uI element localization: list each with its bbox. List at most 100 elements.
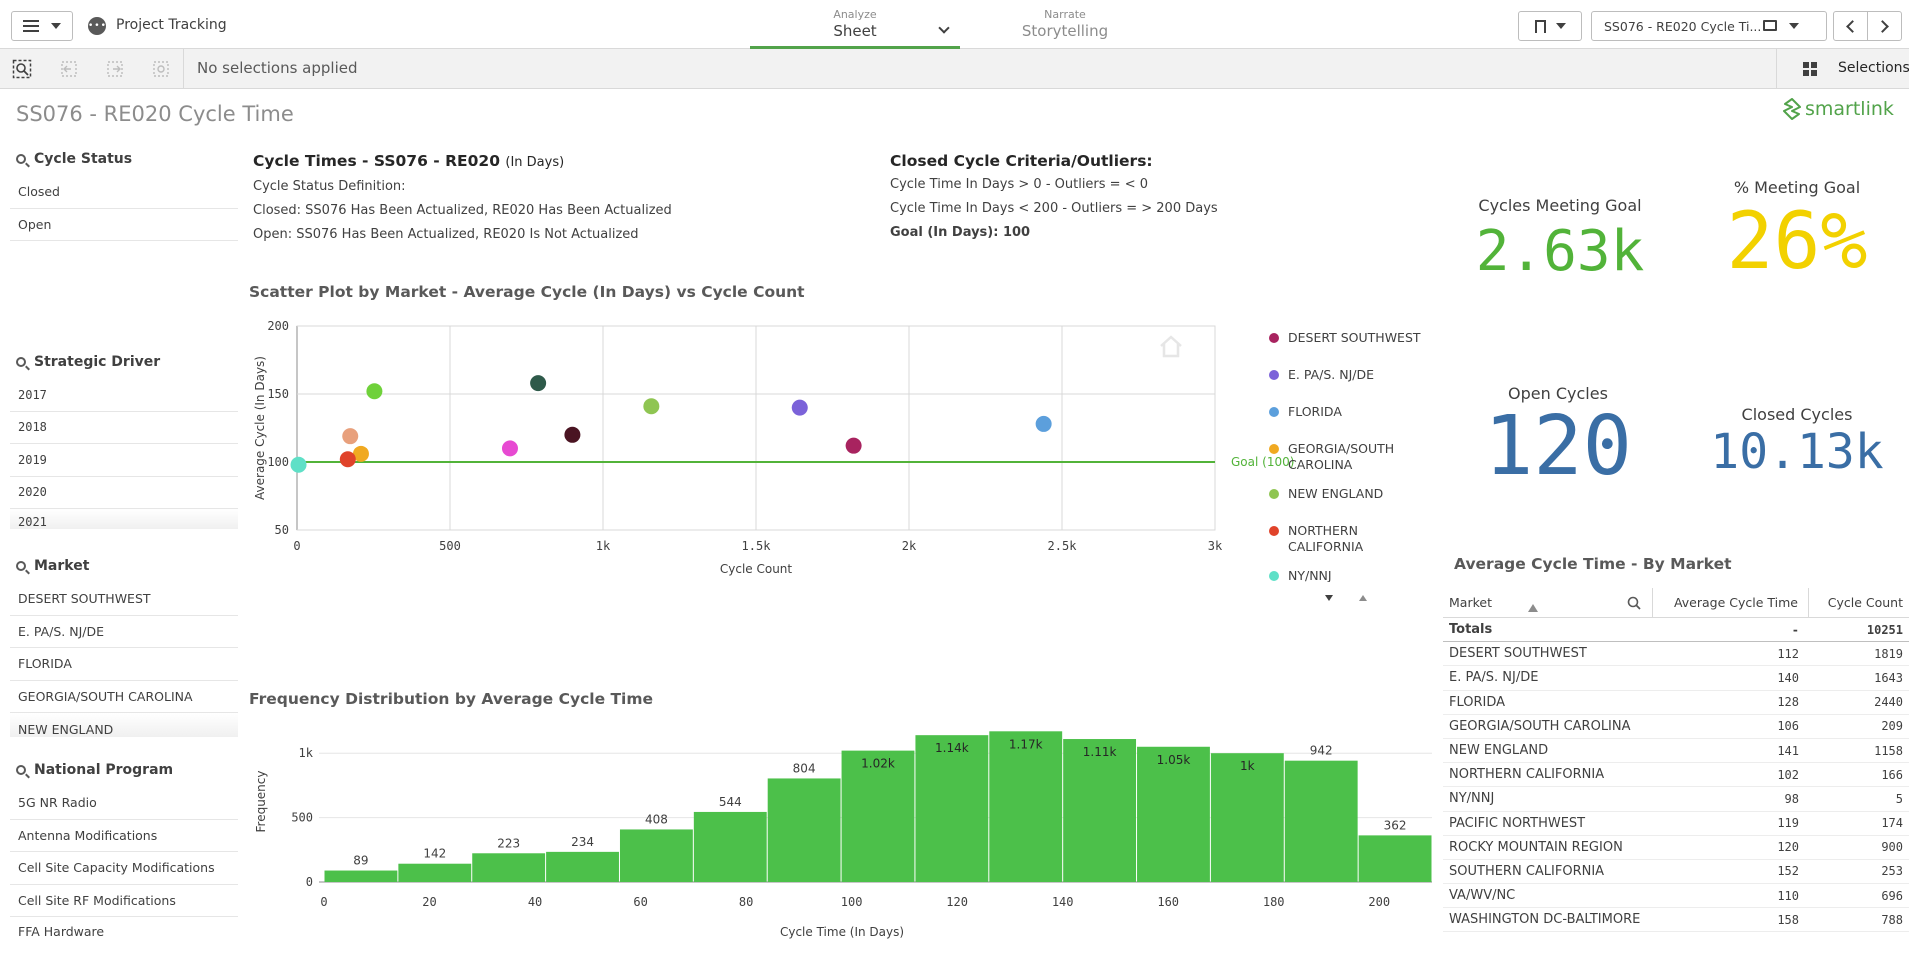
table-totals-row: Totals - 10251 xyxy=(1443,618,1909,643)
table-row[interactable]: FLORIDA 128 2440 xyxy=(1443,691,1909,715)
filter-item[interactable]: 2020 xyxy=(10,477,238,509)
table-row[interactable]: PACIFIC NORTHWEST 119 174 xyxy=(1443,812,1909,836)
table-row[interactable]: WASHINGTON DC-BALTIMORE 158 788 xyxy=(1443,908,1909,933)
column-header-market[interactable]: Market xyxy=(1443,587,1653,618)
scatter-chart[interactable]: 0 500 1k 1.5k 2k 2.5k 3k 50 100 150 200 Goal (100) C… xyxy=(249,310,1429,680)
selections-icon xyxy=(1803,62,1817,76)
bookmarks-button[interactable] xyxy=(1518,11,1582,41)
table-row[interactable]: NY/NNJ 98 5 xyxy=(1443,787,1909,812)
table-row[interactable]: E. PA/S. NJ/DE 140 1643 xyxy=(1443,666,1909,691)
x-tick-label: 140 xyxy=(1052,895,1074,909)
filter-title-text: Market xyxy=(34,558,90,574)
search-icon xyxy=(16,357,26,367)
filter-item[interactable]: Cell Site RF Modifications xyxy=(10,885,238,917)
filter-item[interactable]: Open xyxy=(10,209,238,241)
kpi-closed-cycles[interactable]: Closed Cycles 10.13k xyxy=(1697,405,1897,480)
data-point xyxy=(845,437,862,454)
chevron-right-icon xyxy=(1876,19,1889,33)
kpi-label: Cycles Meeting Goal xyxy=(1478,196,1642,215)
filter-item[interactable]: Cell Site Capacity Modifications xyxy=(10,852,238,885)
kpi-cycles-meeting-goal[interactable]: Cycles Meeting Goal 2.63k xyxy=(1460,196,1660,284)
previous-sheet-button[interactable] xyxy=(1834,12,1868,40)
filter-item[interactable]: 2019 xyxy=(10,444,238,477)
tab-analyze-sheet[interactable]: Analyze Sheet xyxy=(750,8,960,49)
bar-data-label: 1.17k xyxy=(1009,737,1043,751)
search-icon[interactable] xyxy=(1627,596,1641,610)
selections-button[interactable]: Selections xyxy=(1776,49,1909,89)
x-tick-label: 120 xyxy=(946,895,968,909)
filter-item[interactable]: Antenna Modifications xyxy=(10,820,238,852)
filter-item[interactable]: 2021 xyxy=(10,509,238,529)
main-menu-button[interactable] xyxy=(11,11,73,41)
divider xyxy=(183,49,184,89)
tab-narrate-storytelling[interactable]: Narrate Storytelling xyxy=(965,8,1165,40)
filter-item[interactable]: DESERT SOUTHWEST xyxy=(10,583,238,616)
histogram-chart[interactable]: 0 500 1k 89 142 223 234 408 544 804 1.02k 1.14k 1.17… xyxy=(249,715,1434,955)
cycle-count-cell: 253 xyxy=(1881,864,1903,879)
column-header-cycle-count[interactable]: Cycle Count xyxy=(1809,595,1909,610)
data-point xyxy=(564,426,581,443)
kpi-value: 2.63k xyxy=(1475,219,1645,284)
column-header-average-cycle-time[interactable]: Average Cycle Time xyxy=(1653,587,1809,618)
step-forward-icon[interactable] xyxy=(105,59,125,79)
sheet-selector[interactable]: SS076 - RE020 Cycle Ti... xyxy=(1591,11,1827,41)
data-point xyxy=(530,375,547,392)
filter-item[interactable]: GEORGIA/SOUTH CAROLINA xyxy=(10,681,238,713)
totals-label: Totals xyxy=(1449,622,1493,638)
sheet-selector-label: SS076 - RE020 Cycle Ti... xyxy=(1604,18,1762,34)
average-cycle-cell: 119 xyxy=(1777,816,1799,831)
table-row[interactable]: ROCKY MOUNTAIN REGION 120 900 xyxy=(1443,836,1909,860)
definition-title-text: Cycle Times - SS076 - RE020 xyxy=(253,152,500,170)
cycle-count-cell: 1819 xyxy=(1874,646,1903,661)
step-back-icon[interactable] xyxy=(59,59,79,79)
filter-item[interactable]: FFA Hardware xyxy=(10,917,238,939)
cycle-count-cell: 696 xyxy=(1881,888,1903,903)
legend-scroll-up-icon[interactable] xyxy=(1359,595,1367,601)
filter-national-program: National Program 5G NR Radio Antenna Mod… xyxy=(10,753,238,939)
table-row[interactable]: GEORGIA/SOUTH CAROLINA 106 209 xyxy=(1443,715,1909,739)
filter-strategic-driver: Strategic Driver 2017 2018 2019 2020 202… xyxy=(10,345,238,529)
table-row[interactable]: SOUTHERN CALIFORNIA 152 253 xyxy=(1443,860,1909,885)
x-tick-label: 180 xyxy=(1263,895,1285,909)
search-icon xyxy=(16,154,26,164)
legend-label: GEORGIA/SOUTH CAROLINA xyxy=(1288,441,1394,472)
data-point xyxy=(501,440,518,457)
filter-item[interactable]: 2018 xyxy=(10,412,238,444)
next-sheet-button[interactable] xyxy=(1868,12,1901,40)
table-row[interactable]: NORTHERN CALIFORNIA 102 166 xyxy=(1443,763,1909,788)
market-cell: NEW ENGLAND xyxy=(1449,743,1549,759)
filter-item[interactable]: Closed xyxy=(10,176,238,209)
filter-item[interactable]: FLORIDA xyxy=(10,648,238,681)
filter-item[interactable]: 2017 xyxy=(10,379,238,412)
legend-scroll-down-icon[interactable] xyxy=(1325,595,1333,601)
filter-item[interactable]: E. PA/S. NJ/DE xyxy=(10,616,238,648)
app-name[interactable]: Project Tracking xyxy=(116,17,227,33)
bar-data-label: 223 xyxy=(497,836,520,850)
market-cell: DESERT SOUTHWEST xyxy=(1449,646,1587,662)
market-cell: GEORGIA/SOUTH CAROLINA xyxy=(1449,718,1631,734)
cycle-count-cell: 2440 xyxy=(1874,695,1903,710)
histogram-title: Frequency Distribution by Average Cycle … xyxy=(249,690,654,708)
legend-marker xyxy=(1269,489,1279,499)
filter-title[interactable]: Market xyxy=(10,549,238,583)
market-cell: PACIFIC NORTHWEST xyxy=(1449,815,1586,831)
market-cell: SOUTHERN CALIFORNIA xyxy=(1449,863,1605,879)
kpi-open-cycles[interactable]: Open Cycles 120 xyxy=(1458,384,1658,494)
table-row[interactable]: VA/WV/NC 110 696 xyxy=(1443,884,1909,909)
table-row[interactable]: NEW ENGLAND 141 1158 xyxy=(1443,739,1909,764)
filter-title[interactable]: Cycle Status xyxy=(10,142,238,176)
x-tick-label: 2k xyxy=(902,539,917,553)
kpi-percent-meeting-goal[interactable]: % Meeting Goal 26% xyxy=(1697,178,1897,287)
filter-item[interactable]: NEW ENGLAND xyxy=(10,713,238,737)
table-row[interactable]: DESERT SOUTHWEST 112 1819 xyxy=(1443,642,1909,667)
filter-title[interactable]: Strategic Driver xyxy=(10,345,238,379)
chevron-down-icon xyxy=(51,23,61,29)
filter-title[interactable]: National Program xyxy=(10,753,238,787)
histogram-bar xyxy=(1137,746,1210,882)
smart-search-icon[interactable] xyxy=(12,59,32,79)
clear-selections-icon[interactable] xyxy=(151,59,171,79)
average-cycle-cell: 110 xyxy=(1777,888,1799,903)
definition-title-suffix: (In Days) xyxy=(505,155,565,170)
filter-item[interactable]: 5G NR Radio xyxy=(10,787,238,820)
legend-label: E. PA/S. NJ/DE xyxy=(1288,367,1374,382)
